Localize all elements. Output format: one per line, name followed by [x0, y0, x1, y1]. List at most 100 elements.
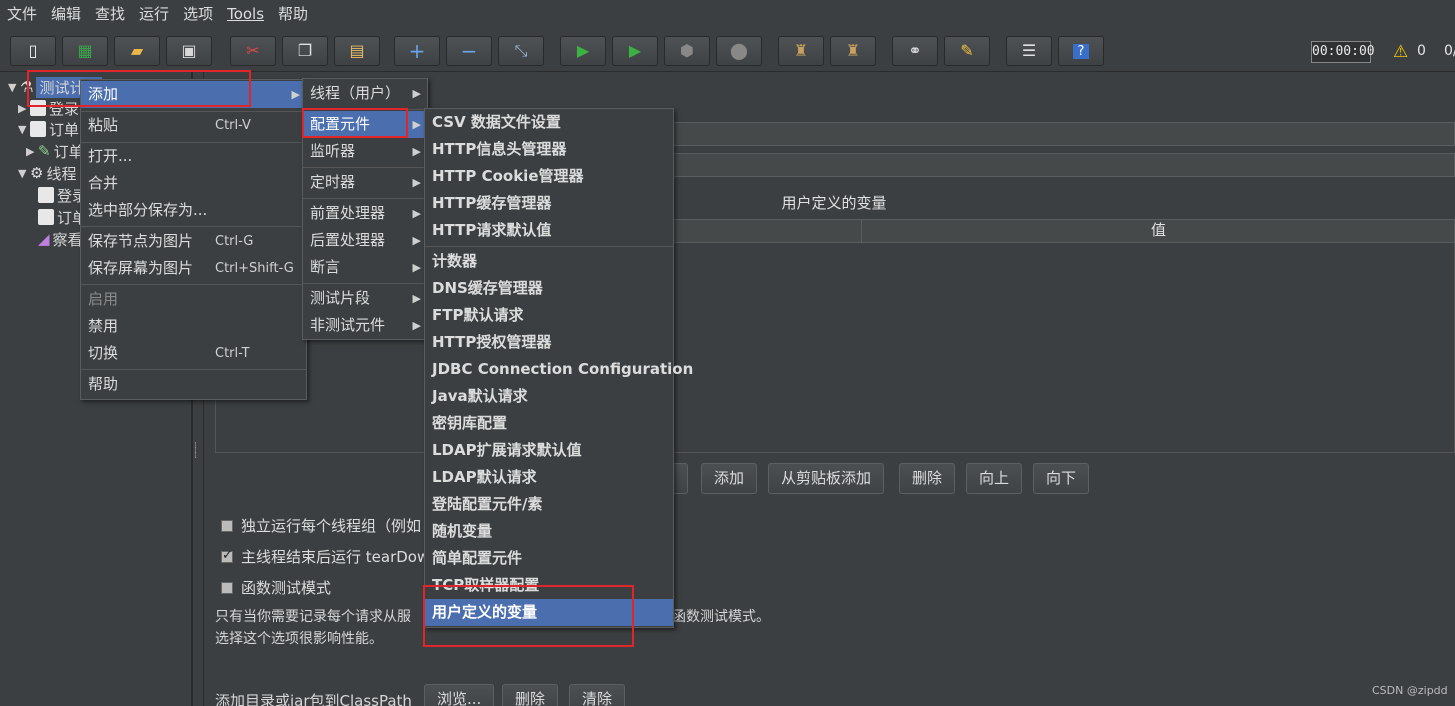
- classpath-clear-button[interactable]: 清除: [569, 684, 626, 706]
- menu-item-assertion[interactable]: 断言 ▶: [303, 254, 427, 281]
- minus-icon: −: [460, 39, 478, 63]
- list-icon: ☰: [1021, 41, 1037, 60]
- menu-item-jdbc-connection-configuration[interactable]: JDBC Connection Configuration: [425, 356, 693, 383]
- menu-item-ftp-request-defaults[interactable]: FTP默认请求: [425, 302, 673, 329]
- menu-item-label: HTTP请求默认值: [432, 221, 552, 239]
- menu-item-simple-config-element[interactable]: 简单配置元件: [425, 545, 673, 572]
- menu-tools[interactable]: Tools: [220, 0, 271, 28]
- delete-button[interactable]: 删除: [899, 463, 956, 494]
- new-button[interactable]: ▯: [10, 36, 56, 66]
- menu-item-http-cache-manager[interactable]: HTTP缓存管理器: [425, 190, 673, 217]
- menu-item-ldap-extended-request-defaults[interactable]: LDAP扩展请求默认值: [425, 437, 673, 464]
- menu-item-label: 随机变量: [432, 522, 493, 540]
- menu-file[interactable]: 文件: [0, 0, 44, 28]
- browse-button[interactable]: 浏览...: [424, 684, 495, 706]
- open-button[interactable]: ▰: [114, 36, 160, 66]
- column-header-value[interactable]: 值: [861, 219, 1455, 243]
- warning-icon[interactable]: ⚠: [1393, 42, 1408, 62]
- menu-item-test-fragment[interactable]: 测试片段 ▶: [303, 285, 427, 312]
- menu-item-enable[interactable]: 启用: [81, 286, 306, 313]
- independent-thread-groups-checkbox[interactable]: 独立运行每个线程组（例如: [221, 515, 421, 536]
- menu-help[interactable]: 帮助: [271, 0, 315, 28]
- paste-button[interactable]: ▤: [334, 36, 380, 66]
- menu-item-dns-cache-manager[interactable]: DNS缓存管理器: [425, 275, 673, 302]
- expand-arrow-icon[interactable]: ▶: [26, 145, 38, 158]
- stop-button[interactable]: ⬢: [664, 36, 710, 66]
- menu-item-http-cookie-manager[interactable]: HTTP Cookie管理器: [425, 163, 673, 190]
- move-up-button[interactable]: 向上: [966, 463, 1023, 494]
- shortcut-label: Ctrl+Shift-G: [215, 261, 294, 276]
- menu-item-threads[interactable]: 线程（用户） ▶: [303, 80, 427, 107]
- submenu-arrow-icon: ▶: [412, 319, 421, 332]
- menu-edit[interactable]: 编辑: [44, 0, 88, 28]
- tree-node[interactable]: ▶ ✎ 订单: [26, 140, 84, 162]
- add-from-clipboard-button[interactable]: 从剪贴板添加: [768, 463, 885, 494]
- checkbox-box[interactable]: [221, 519, 233, 532]
- splitter-grip-icon[interactable]: ⁞ ⁞ ⁞: [194, 442, 197, 461]
- tree-node[interactable]: ▼ 订单: [18, 118, 79, 140]
- menu-item-save-selection[interactable]: 选中部分保存为...: [81, 197, 306, 224]
- collapse-button[interactable]: −: [446, 36, 492, 66]
- menu-item-save-screen-image[interactable]: 保存屏幕为图片 Ctrl+Shift-G: [81, 255, 306, 282]
- menu-item-random-variable[interactable]: 随机变量: [425, 518, 673, 545]
- menu-item-csv-data-set[interactable]: CSV 数据文件设置: [425, 109, 673, 136]
- menu-search[interactable]: 查找: [88, 0, 132, 28]
- help-button[interactable]: ?: [1058, 36, 1104, 66]
- menu-item-http-header-manager[interactable]: HTTP信息头管理器: [425, 136, 673, 163]
- menu-item-toggle[interactable]: 切换 Ctrl-T: [81, 340, 306, 367]
- menu-separator: [303, 167, 427, 168]
- menu-item-help[interactable]: 帮助: [81, 371, 306, 398]
- menu-item-disable[interactable]: 禁用: [81, 313, 306, 340]
- collapse-arrow-icon[interactable]: ▼: [18, 167, 30, 180]
- start-button[interactable]: ▶: [560, 36, 606, 66]
- functional-mode-checkbox[interactable]: 函数测试模式: [221, 577, 331, 598]
- save-button[interactable]: ▣: [166, 36, 212, 66]
- menu-item-listener[interactable]: 监听器 ▶: [303, 138, 427, 165]
- menu-item-pre-processor[interactable]: 前置处理器 ▶: [303, 200, 427, 227]
- menu-item-save-node-image[interactable]: 保存节点为图片 Ctrl-G: [81, 228, 306, 255]
- menu-separator: [81, 369, 306, 370]
- submenu-arrow-icon: ▶: [412, 261, 421, 274]
- menu-item-merge[interactable]: 合并: [81, 170, 306, 197]
- teardown-checkbox[interactable]: 主线程结束后运行 tearDow: [221, 546, 429, 567]
- tree-node[interactable]: ▼ ⚙ 线程: [18, 162, 76, 184]
- menu-item-non-test-elements[interactable]: 非测试元件 ▶: [303, 312, 427, 339]
- functional-mode-note-end: 函数测试模式。: [672, 609, 770, 625]
- clear-button[interactable]: ♜: [778, 36, 824, 66]
- start-no-pause-button[interactable]: ▶: [612, 36, 658, 66]
- menu-item-open[interactable]: 打开...: [81, 143, 306, 170]
- collapse-arrow-icon[interactable]: ▼: [8, 81, 20, 94]
- collapse-arrow-icon[interactable]: ▼: [18, 123, 30, 136]
- shutdown-button[interactable]: ⬤: [716, 36, 762, 66]
- functional-mode-note: 只有当你需要记录每个请求从服: [215, 609, 411, 625]
- templates-button[interactable]: ▦: [62, 36, 108, 66]
- menu-item-post-processor[interactable]: 后置处理器 ▶: [303, 227, 427, 254]
- clear-all-button[interactable]: ♜: [830, 36, 876, 66]
- reset-search-button[interactable]: ✎: [944, 36, 990, 66]
- menu-item-http-authorization-manager[interactable]: HTTP授权管理器: [425, 329, 673, 356]
- menu-run[interactable]: 运行: [132, 0, 176, 28]
- menu-item-paste[interactable]: 粘贴 Ctrl-V: [81, 112, 306, 139]
- menu-item-ldap-request-defaults[interactable]: LDAP默认请求: [425, 464, 673, 491]
- move-down-button[interactable]: 向下: [1033, 463, 1090, 494]
- function-helper-button[interactable]: ☰: [1006, 36, 1052, 66]
- cut-button[interactable]: ✂: [230, 36, 276, 66]
- add-button[interactable]: 添加: [701, 463, 758, 494]
- checkbox-box-checked[interactable]: [221, 548, 233, 563]
- toggle-button[interactable]: ⤡: [498, 36, 544, 66]
- menu-item-counter[interactable]: 计数器: [425, 248, 673, 275]
- menu-options[interactable]: 选项: [176, 0, 220, 28]
- tree-node-label: 订单: [49, 120, 80, 139]
- copy-button[interactable]: ❐: [282, 36, 328, 66]
- classpath-delete-button[interactable]: 删除: [502, 684, 559, 706]
- menu-item-timer[interactable]: 定时器 ▶: [303, 169, 427, 196]
- menu-item-java-request-defaults[interactable]: Java默认请求: [425, 383, 673, 410]
- menu-item-login-config-element[interactable]: 登陆配置元件/素: [425, 491, 673, 518]
- menu-item-http-request-defaults[interactable]: HTTP请求默认值: [425, 217, 673, 244]
- tree-node[interactable]: ◢ 察看: [38, 228, 83, 250]
- menu-item-keystore-configuration[interactable]: 密钥库配置: [425, 410, 673, 437]
- expand-button[interactable]: +: [394, 36, 440, 66]
- copy-icon: ❐: [297, 41, 313, 60]
- checkbox-box[interactable]: [221, 581, 233, 594]
- search-button[interactable]: ⚭: [892, 36, 938, 66]
